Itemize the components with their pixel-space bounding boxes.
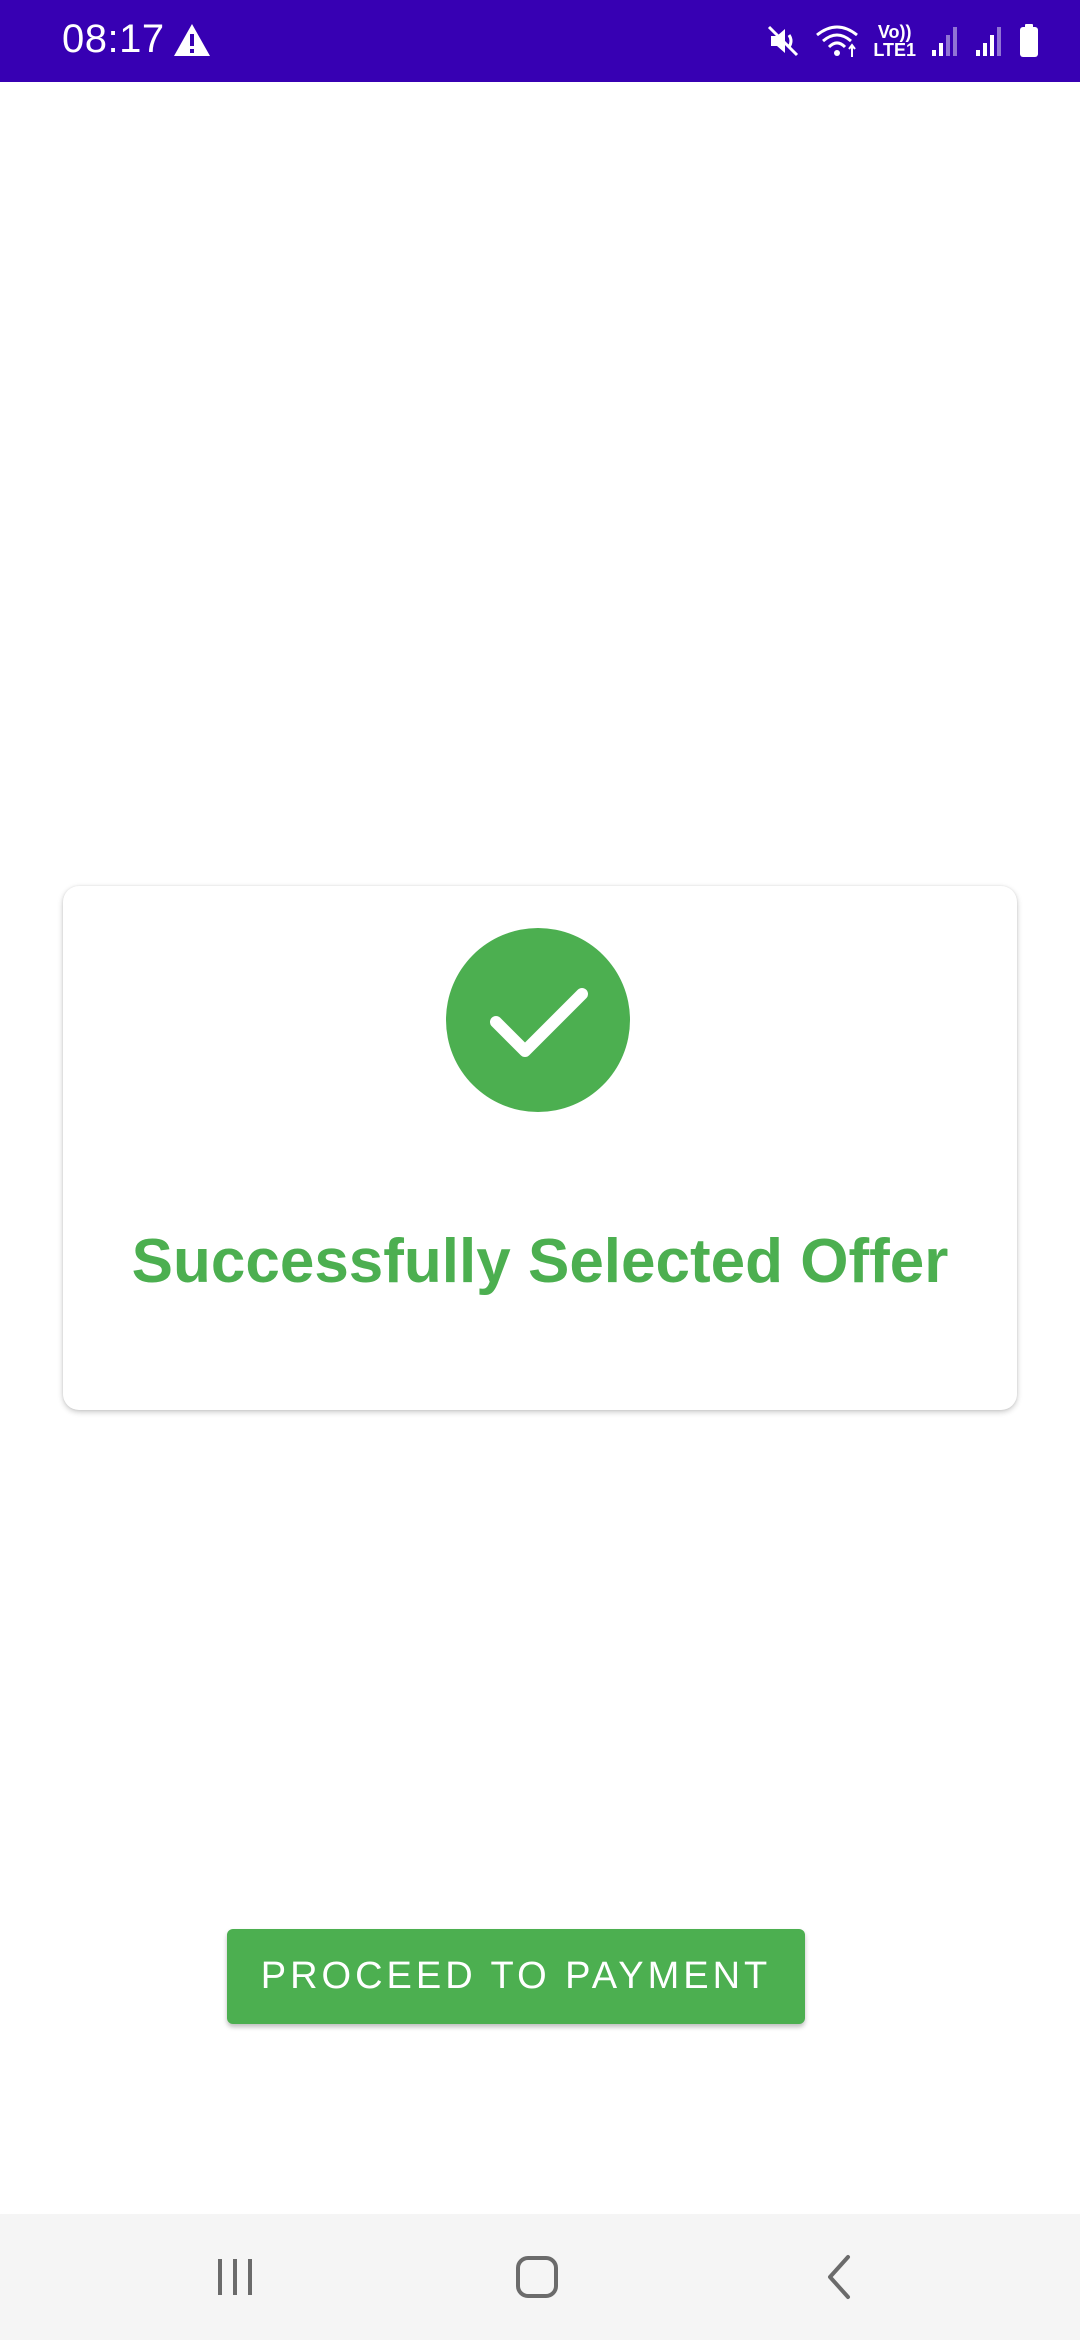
home-icon[interactable] [487,2242,587,2312]
battery-icon [1018,23,1040,59]
navigation-bar [0,2214,1080,2340]
lte-top-label: Vo)) [877,22,912,42]
lte-bottom-label: LTE1 [873,40,916,60]
status-bar: 08:17 Vo)) LTE1 [0,0,1080,82]
warning-icon [172,22,212,58]
success-card: Successfully Selected Offer [63,886,1017,1410]
lte-indicator: Vo)) LTE1 [873,23,916,59]
wifi-icon [815,23,859,59]
recents-icon[interactable] [185,2242,285,2312]
back-icon[interactable] [790,2242,890,2312]
proceed-to-payment-button[interactable]: PROCEED TO PAYMENT [227,1929,805,2024]
status-time: 08:17 [62,17,165,61]
status-icons: Vo)) LTE1 [765,18,1040,64]
signal-icon [930,24,960,58]
check-icon [446,928,630,1112]
signal-icon [974,24,1004,58]
success-title: Successfully Selected Offer [131,1227,949,1296]
mute-icon [765,23,801,59]
